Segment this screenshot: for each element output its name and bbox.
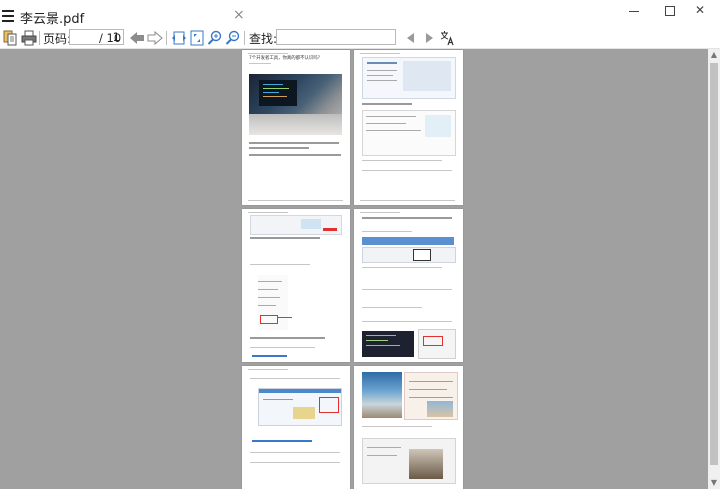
close-window-button[interactable]: ✕ [690,3,712,19]
hamburger-menu-icon[interactable] [2,10,14,22]
next-page-button[interactable] [146,29,164,47]
find-previous-button[interactable] [402,29,420,47]
minimize-button[interactable] [624,3,646,19]
toolbar-separator [244,31,245,45]
pdf-page-3[interactable] [242,209,350,362]
arrow-right-icon [147,30,163,46]
zoom-out-button[interactable] [224,29,242,47]
pdf-page-2[interactable] [354,50,463,205]
find-next-button[interactable] [420,29,438,47]
toolbar-separator [166,31,167,45]
previous-page-button[interactable] [128,29,146,47]
fit-page-button[interactable] [188,29,206,47]
maximize-button[interactable] [659,3,681,19]
translate-icon [440,31,454,46]
toolbar: 页码: / 10 [0,28,720,49]
match-case-button[interactable] [438,29,456,47]
search-input[interactable] [276,29,396,45]
beach-photo [362,372,402,418]
search-label: 查找: [249,32,278,46]
scrollbar-thumb[interactable] [710,63,718,465]
pdf-page-6[interactable] [354,366,463,489]
page-heading: 7个开发者工具，你真的都不认识吗？ [249,56,323,61]
pdf-page-5[interactable] [242,366,350,489]
printer-icon [21,30,37,46]
copy-icon [3,30,17,46]
pdf-page-1[interactable]: 7个开发者工具，你真的都不认识吗？ [242,50,350,205]
fit-page-icon [190,30,204,46]
scroll-up-icon[interactable]: ▲ [708,49,720,61]
document-tab[interactable]: 李云景.pdf × [18,5,248,27]
scroll-down-icon[interactable]: ▼ [708,477,720,489]
document-viewer[interactable]: 7个开发者工具，你真的都不认识吗？ [0,49,708,489]
toolbar-separator [39,31,40,45]
tab-close-icon[interactable]: × [233,7,245,23]
copy-button[interactable] [1,29,19,47]
page-label: 页码: [43,32,72,46]
arrow-left-icon [130,32,144,44]
minimize-icon [629,11,639,12]
total-pages: / 10 [99,31,122,45]
zoom-in-icon [207,30,222,45]
triangle-left-icon [407,33,414,43]
vertical-scrollbar[interactable]: ▲ ▼ [708,49,720,489]
laptop-photo [249,74,342,135]
close-icon: ✕ [695,3,706,17]
title-bar: 李云景.pdf × ✕ [0,0,720,28]
print-button[interactable] [20,29,38,47]
zoom-out-icon [225,30,240,45]
fit-width-icon [172,31,186,45]
tab-title: 李云景.pdf [20,12,85,27]
code-screenshot [362,331,414,357]
maximize-icon [665,6,675,16]
triangle-right-icon [426,33,433,43]
fit-width-button[interactable] [170,29,188,47]
zoom-in-button[interactable] [206,29,224,47]
pdf-page-4[interactable] [354,209,463,362]
